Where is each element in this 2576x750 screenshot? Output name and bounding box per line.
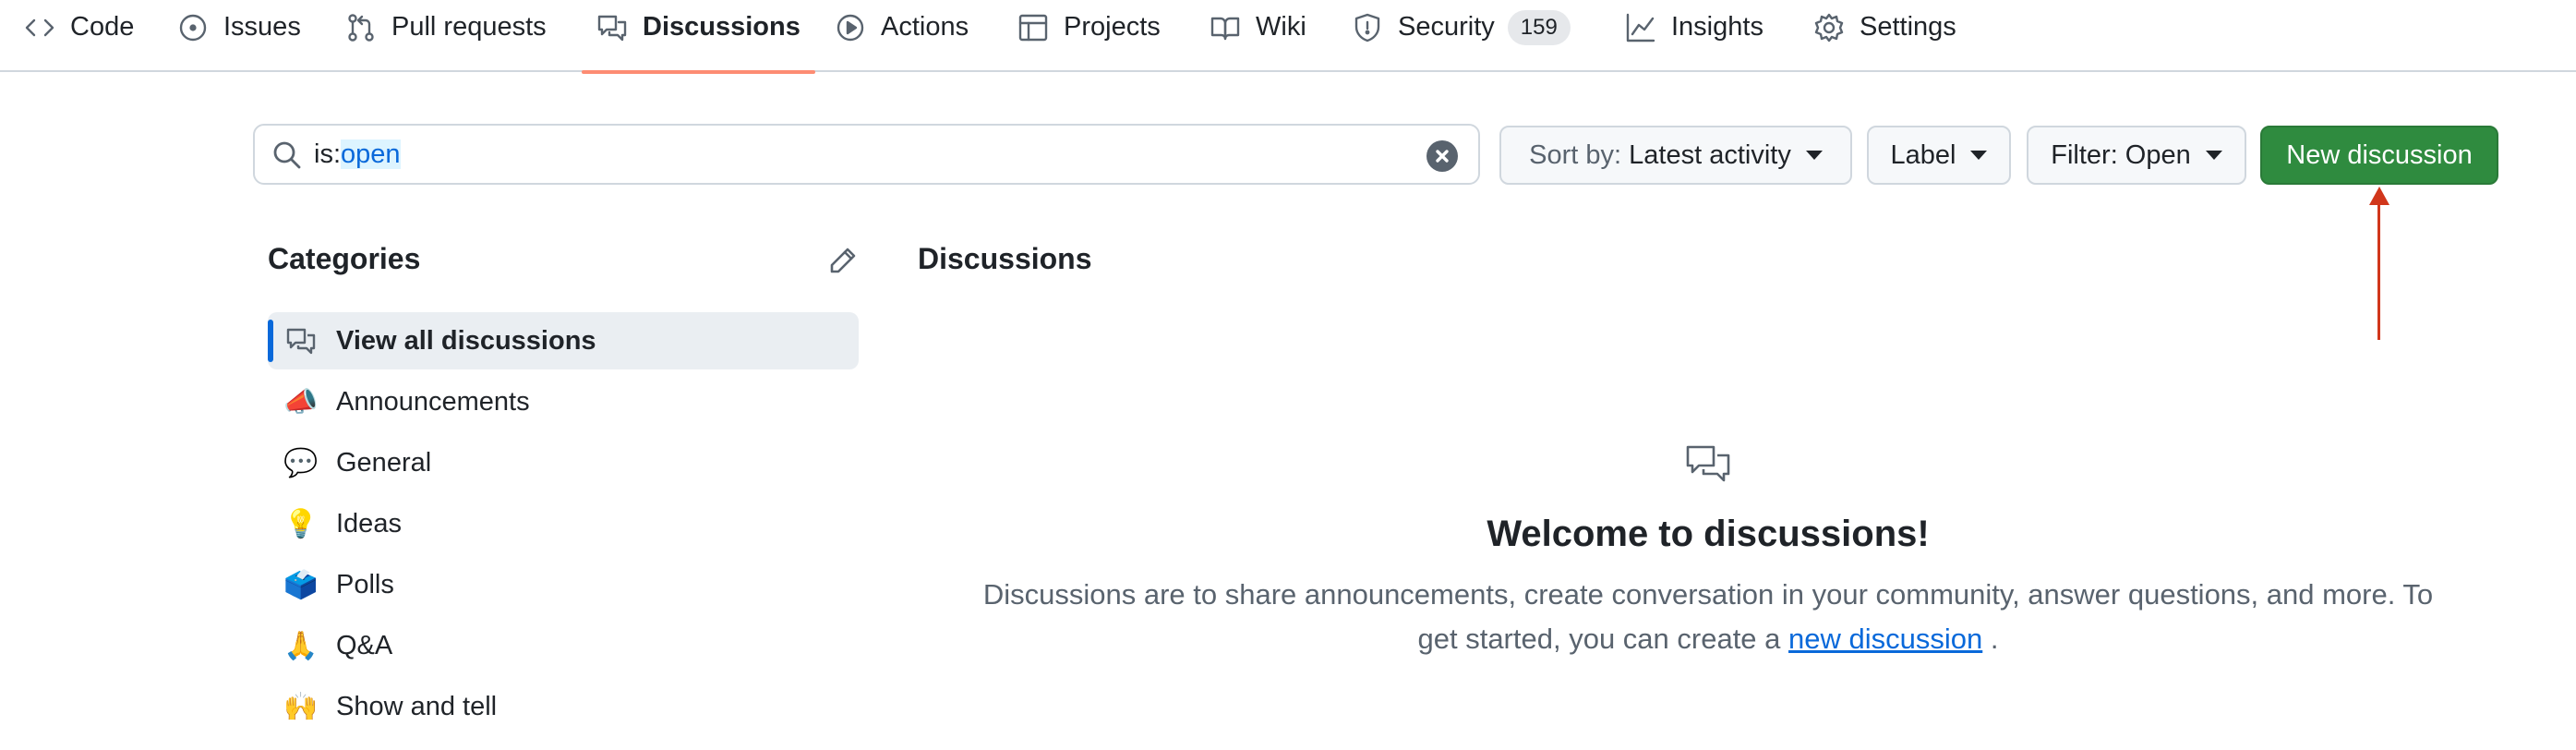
issue-opened-icon	[177, 12, 209, 43]
caret-down-icon	[1970, 151, 1988, 160]
category-ideas[interactable]: 💡 Ideas	[268, 495, 859, 552]
tab-settings-label: Settings	[1860, 12, 1956, 42]
category-label: Ideas	[336, 508, 402, 538]
folded-hands-icon: 🙏	[283, 629, 319, 662]
tab-discussions[interactable]: Discussions	[582, 0, 815, 74]
table-icon	[1017, 12, 1049, 43]
tab-security-label: Security	[1398, 12, 1495, 42]
category-general[interactable]: 💬 General	[268, 434, 859, 491]
label-dropdown-button[interactable]: Label	[1867, 126, 2011, 185]
category-q-and-a[interactable]: 🙏 Q&A	[268, 617, 859, 674]
repo-nav: Code Issues Pull requests Discussions Ac…	[0, 0, 2576, 74]
welcome-description: Discussions are to share announcements, …	[969, 573, 2447, 661]
category-label: View all discussions	[336, 325, 596, 356]
category-show-and-tell[interactable]: 🙌 Show and tell	[268, 678, 859, 735]
search-input[interactable]: is:open	[253, 124, 1480, 185]
tab-discussions-label: Discussions	[643, 12, 800, 42]
megaphone-icon: 📣	[283, 385, 319, 418]
caret-down-icon	[2205, 151, 2222, 160]
tab-issues[interactable]: Issues	[177, 0, 301, 72]
raising-hands-icon: 🙌	[283, 690, 319, 723]
search-icon	[271, 139, 303, 171]
category-polls[interactable]: 🗳️ Polls	[268, 556, 859, 613]
tab-wiki-label: Wiki	[1256, 12, 1306, 42]
tab-code[interactable]: Code	[24, 0, 134, 72]
tab-insights-label: Insights	[1671, 12, 1763, 42]
welcome-title: Welcome to discussions!	[1487, 514, 1930, 554]
categories-list: View all discussions 📣 Announcements 💬 G…	[268, 312, 859, 739]
comment-discussion-icon	[283, 322, 319, 359]
comment-discussion-icon	[596, 12, 628, 43]
tab-issues-label: Issues	[223, 12, 301, 42]
category-label: Announcements	[336, 386, 530, 417]
label-button-text: Label	[1890, 139, 1956, 170]
tab-actions-label: Actions	[881, 12, 969, 42]
category-label: General	[336, 447, 432, 478]
tab-actions[interactable]: Actions	[835, 0, 969, 72]
category-label: Polls	[336, 569, 394, 599]
shield-icon	[1352, 12, 1383, 43]
light-bulb-icon: 💡	[283, 507, 319, 540]
category-announcements[interactable]: 📣 Announcements	[268, 373, 859, 430]
graph-icon	[1625, 12, 1656, 43]
book-icon	[1210, 12, 1241, 43]
filter-dropdown-button[interactable]: Filter: Open	[2027, 126, 2246, 185]
ballot-box-icon: 🗳️	[283, 568, 319, 601]
category-label: Q&A	[336, 630, 393, 660]
tab-security[interactable]: Security 159	[1352, 0, 1571, 72]
gear-icon	[1813, 12, 1845, 43]
category-view-all[interactable]: View all discussions	[268, 312, 859, 369]
git-pull-request-icon	[345, 12, 377, 43]
welcome-text-end: .	[1990, 623, 1999, 655]
tab-settings[interactable]: Settings	[1813, 0, 1956, 72]
clear-search-icon[interactable]	[1426, 140, 1458, 172]
comment-discussion-icon	[1684, 443, 1732, 488]
category-label: Show and tell	[336, 691, 498, 721]
tab-projects[interactable]: Projects	[1017, 0, 1161, 72]
pencil-icon[interactable]	[827, 245, 859, 276]
tab-code-label: Code	[70, 12, 135, 42]
caret-down-icon	[1805, 151, 1823, 160]
tab-pull-requests-label: Pull requests	[391, 12, 547, 42]
annotation-arrow	[2377, 196, 2380, 340]
code-icon	[24, 12, 55, 43]
discussions-heading: Discussions	[918, 242, 1092, 275]
new-discussion-button[interactable]: New discussion	[2260, 126, 2498, 185]
security-counter-badge: 159	[1507, 10, 1571, 45]
search-query[interactable]: is:open	[314, 139, 401, 170]
search-value: open	[341, 139, 401, 169]
sort-prefix: Sort by:	[1529, 139, 1622, 170]
tab-projects-label: Projects	[1064, 12, 1161, 42]
play-icon	[835, 12, 866, 43]
tab-insights[interactable]: Insights	[1625, 0, 1763, 72]
sort-value: Latest activity	[1629, 139, 1791, 170]
sort-dropdown-button[interactable]: Sort by: Latest activity	[1499, 126, 1852, 185]
search-qualifier: is:	[314, 139, 341, 169]
tab-wiki[interactable]: Wiki	[1210, 0, 1306, 72]
categories-heading: Categories	[268, 242, 421, 275]
filter-button-text: Filter: Open	[2051, 139, 2191, 170]
new-discussion-link[interactable]: new discussion	[1788, 623, 1982, 655]
tab-pull-requests[interactable]: Pull requests	[345, 0, 547, 72]
speech-balloon-icon: 💬	[283, 446, 319, 479]
welcome-text: Discussions are to share announcements, …	[982, 578, 2434, 655]
